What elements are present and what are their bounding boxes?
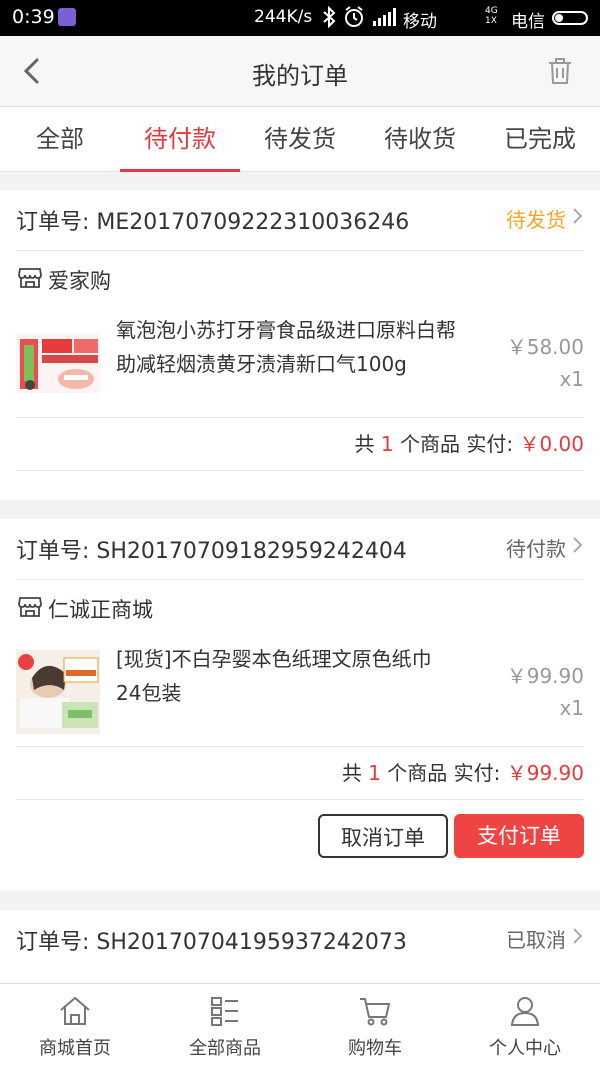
order-header: 订单号: ME20170709222310036246 待发货 <box>16 190 584 251</box>
order-header: 订单号: SH20170704195937242073 已取消 <box>16 910 584 970</box>
order-item[interactable]: [现货]不白孕婴本色纸理文原色纸巾24包装 ￥99.90 x1 <box>16 636 584 747</box>
lte-indicator: 4G 1X <box>485 6 498 26</box>
alarm-icon <box>343 5 365 34</box>
nav-profile[interactable]: 个人中心 <box>450 984 600 1068</box>
order-card[interactable]: 订单号: ME20170709222310036246 待发货 爱家购 氧泡泡小 <box>0 190 600 500</box>
product-quantity: x1 <box>559 696 584 720</box>
item-count: 1 <box>380 432 394 456</box>
cancel-order-button[interactable]: 取消订单 <box>318 814 448 858</box>
status-bar: 0:39 244K/s 移动 4G 1X 电信 <box>0 0 600 36</box>
order-actions: 取消订单 支付订单 <box>16 800 584 876</box>
nav-label: 商城首页 <box>39 1038 111 1059</box>
order-summary: 共 1 个商品 实付: ￥0.00 <box>16 418 584 471</box>
home-icon <box>60 996 90 1025</box>
order-status: 已取消 <box>506 928 566 952</box>
carrier-1: 移动 <box>403 12 437 32</box>
order-card[interactable]: 订单号: SH20170709182959242404 待付款 仁诚正商城 [现… <box>0 519 600 891</box>
bottom-navigation: 商城首页 全部商品 购物车 个人中心 <box>0 983 600 1068</box>
order-total: ￥99.90 <box>506 761 584 785</box>
order-card[interactable]: 订单号: SH20170704195937242073 已取消 <box>0 910 600 983</box>
tab-pending-receipt[interactable]: 待收货 <box>360 107 480 171</box>
nav-home[interactable]: 商城首页 <box>0 984 150 1068</box>
nav-all-products[interactable]: 全部商品 <box>150 984 300 1068</box>
shop-name: 仁诚正商城 <box>48 598 153 622</box>
bluetooth-icon <box>322 5 336 33</box>
tab-all[interactable]: 全部 <box>0 107 120 171</box>
shop-row[interactable]: 爱家购 <box>16 251 584 307</box>
network-speed: 244K/s <box>254 7 313 27</box>
carrier-2: 电信 <box>511 12 545 32</box>
chevron-right-icon <box>572 927 584 945</box>
product-quantity: x1 <box>559 367 584 391</box>
order-total: ￥0.00 <box>519 432 584 456</box>
pay-order-button[interactable]: 支付订单 <box>454 814 584 858</box>
nav-label: 全部商品 <box>189 1038 261 1059</box>
battery-icon <box>552 11 588 25</box>
nav-cart[interactable]: 购物车 <box>300 984 450 1068</box>
status-time: 0:39 <box>12 6 55 28</box>
product-price: ￥58.00 <box>506 335 584 359</box>
trash-icon[interactable] <box>546 56 574 86</box>
order-header: 订单号: SH20170709182959242404 待付款 <box>16 519 584 580</box>
order-status: 待付款 <box>506 537 566 561</box>
app-header: 我的订单 <box>0 36 600 107</box>
page-title: 我的订单 <box>252 62 348 90</box>
product-price: ￥99.90 <box>506 664 584 688</box>
nav-label: 购物车 <box>348 1038 402 1059</box>
order-tabs: 全部 待付款 待发货 待收货 已完成 <box>0 107 600 172</box>
order-item[interactable]: 氧泡泡小苏打牙膏食品级进口原料白帮助减轻烟渍黄牙渍清新口气100g ￥58.00… <box>16 307 584 418</box>
chevron-right-icon <box>572 207 584 225</box>
notification-icon <box>58 8 76 26</box>
signal-icon <box>373 8 397 31</box>
user-icon <box>510 997 540 1026</box>
product-image <box>16 650 100 734</box>
shop-name: 爱家购 <box>48 269 111 293</box>
list-icon <box>211 997 238 1026</box>
product-name: 氧泡泡小苏打牙膏食品级进口原料白帮助减轻烟渍黄牙渍清新口气100g <box>116 318 456 376</box>
order-number: 订单号: SH20170709182959242404 <box>16 539 407 564</box>
tab-completed[interactable]: 已完成 <box>480 107 600 171</box>
tab-pending-payment[interactable]: 待付款 <box>120 107 240 172</box>
nav-label: 个人中心 <box>489 1038 561 1059</box>
order-number: 订单号: ME20170709222310036246 <box>16 210 410 235</box>
chevron-right-icon <box>572 536 584 554</box>
item-count: 1 <box>368 761 381 785</box>
tab-pending-shipment[interactable]: 待发货 <box>240 107 360 171</box>
store-icon <box>18 596 42 618</box>
cart-icon <box>360 998 391 1026</box>
product-image <box>16 321 100 405</box>
order-number: 订单号: SH20170704195937242073 <box>16 930 407 955</box>
product-name: [现货]不白孕婴本色纸理文原色纸巾24包装 <box>116 647 432 705</box>
shop-row[interactable]: 仁诚正商城 <box>16 580 584 636</box>
order-status: 待发货 <box>506 208 566 232</box>
store-icon <box>18 267 42 289</box>
order-summary: 共 1 个商品 实付: ￥99.90 <box>16 747 584 800</box>
